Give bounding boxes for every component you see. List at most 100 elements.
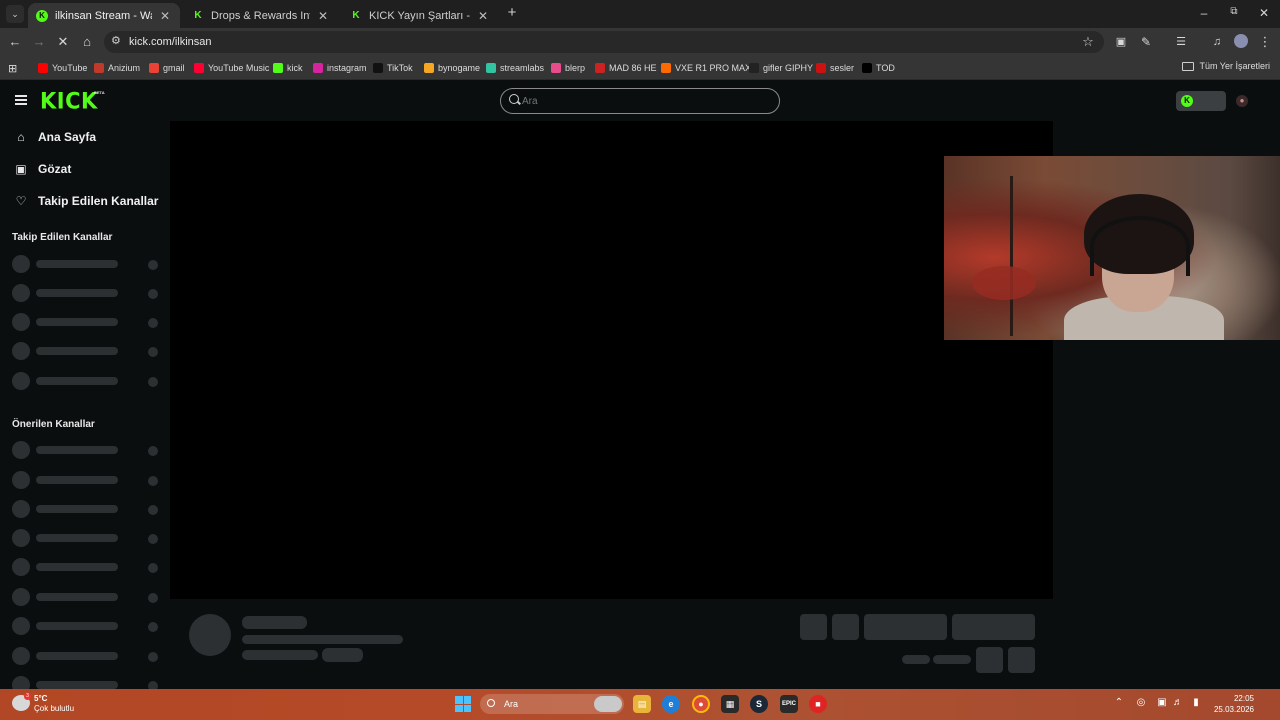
followed-channels-title: Takip Edilen Kanallar: [12, 232, 113, 243]
chrome-icon[interactable]: ●: [692, 695, 710, 713]
nav-following[interactable]: ♡ Takip Edilen Kanallar: [14, 192, 159, 210]
tab-label: ilkinsan Stream - Watch Live on: [55, 9, 152, 22]
kick-favicon-icon: K: [194, 10, 202, 21]
channel-avatar-skeleton: [12, 284, 30, 302]
edge-icon[interactable]: e: [662, 695, 680, 713]
menu-hamburger-icon[interactable]: [15, 95, 27, 105]
all-bookmarks-label: Tüm Yer İşaretleri: [1199, 61, 1270, 71]
channel-name-skeleton: [36, 534, 118, 542]
bookmark-item[interactable]: gmail: [149, 61, 185, 75]
address-url[interactable]: kick.com/ilkinsan: [129, 36, 212, 48]
extension-pill[interactable]: K: [1176, 91, 1226, 111]
action-button-skeleton: [800, 614, 827, 640]
bookmark-item[interactable]: MAD 86 HE: [595, 61, 657, 75]
bookmark-item[interactable]: bynogame: [424, 61, 480, 75]
bookmark-item[interactable]: YouTube Music: [194, 61, 269, 75]
restore-icon[interactable]: ⧉: [1226, 6, 1242, 17]
tab-close-icon[interactable]: ✕: [316, 9, 330, 23]
search-input[interactable]: [522, 96, 762, 107]
channel-skeleton-row: [12, 617, 162, 635]
network-icon[interactable]: ▣: [1155, 697, 1169, 708]
all-bookmarks-button[interactable]: Tüm Yer İşaretleri: [1182, 61, 1270, 71]
bookmark-star-icon[interactable]: ☆: [1080, 34, 1096, 50]
taskbar-clock[interactable]: 22:05 25.03.2026: [1208, 693, 1254, 715]
steam-icon[interactable]: S: [750, 695, 768, 713]
nav-home[interactable]: ⌂ Ana Sayfa: [14, 128, 96, 146]
folder-icon: [1182, 61, 1195, 71]
bookmark-item[interactable]: YouTube: [38, 61, 87, 75]
bookmark-item[interactable]: instagram: [313, 61, 367, 75]
channel-avatar-skeleton: [12, 313, 30, 331]
tab-search-button[interactable]: ⌄: [6, 5, 24, 23]
tab-ilkinsan-stream[interactable]: K ilkinsan Stream - Watch Live on ✕: [28, 3, 180, 28]
bookmark-label: VXE R1 PRO MAX: [675, 63, 752, 73]
app-red-icon[interactable]: ■: [809, 695, 827, 713]
weather-widget[interactable]: 3 5°C Çok bulutlu: [12, 693, 102, 717]
bookmark-item[interactable]: Anizium: [94, 61, 140, 75]
taskbar-search-label: Ara: [504, 699, 519, 709]
site-info-icon[interactable]: ⚙: [111, 35, 123, 47]
new-tab-icon[interactable]: +: [504, 5, 520, 21]
address-bar[interactable]: [104, 31, 1104, 53]
clock-date: 25.03.2026: [1213, 705, 1254, 714]
media-controls-icon[interactable]: ♫: [1209, 34, 1225, 50]
tab-close-icon[interactable]: ✕: [476, 9, 490, 23]
recommended-channels-title: Önerilen Kanallar: [12, 419, 95, 430]
weather-temp: 5°C: [34, 694, 48, 703]
bookmark-label: gifler GIPHY: [763, 63, 814, 73]
kick-extension-icon: K: [1181, 95, 1193, 107]
browser-menu-icon[interactable]: ⋮: [1257, 34, 1273, 50]
epic-games-icon[interactable]: EPIC: [780, 695, 798, 713]
window-close-icon[interactable]: ✕: [1256, 6, 1272, 20]
bookmark-item[interactable]: streamlabs: [486, 61, 544, 75]
channel-skeleton-row: [12, 471, 162, 489]
start-windows-icon[interactable]: [455, 696, 471, 712]
bookmark-item[interactable]: sesler: [816, 61, 854, 75]
channel-name-skeleton: [36, 476, 118, 484]
nav-browse[interactable]: ▣ Gözat: [14, 160, 71, 178]
stop-loading-icon[interactable]: ✕: [55, 34, 71, 50]
bookmark-item[interactable]: kick: [273, 61, 303, 75]
downloads-icon[interactable]: ☰: [1173, 34, 1189, 50]
volume-icon[interactable]: ♬: [1171, 697, 1185, 708]
bookmark-label: TOD: [876, 63, 895, 73]
streamer-name-skeleton: [242, 616, 307, 629]
battery-icon[interactable]: ▮: [1189, 697, 1203, 708]
microphone-icon[interactable]: ◎: [1134, 697, 1148, 708]
tab-kick-yayin-sartlari[interactable]: K KICK Yayın Şartları - Kick Stream ✕: [342, 3, 498, 28]
home-icon[interactable]: ⌂: [79, 34, 95, 50]
extensions-puzzle-icon[interactable]: ✎: [1138, 34, 1154, 50]
search-icon: [509, 94, 519, 104]
bookmark-item[interactable]: blerp: [551, 61, 585, 75]
profile-avatar-icon[interactable]: [1233, 34, 1249, 50]
channel-name-skeleton: [36, 622, 118, 630]
user-avatar-icon[interactable]: ●: [1236, 95, 1248, 107]
bookmark-item[interactable]: TOD: [862, 61, 895, 75]
tab-drops-rewards[interactable]: K Drops & Rewards Inventory - Ki ✕: [184, 3, 338, 28]
channel-status-skeleton: [148, 377, 158, 387]
bookmark-item[interactable]: gifler GIPHY: [749, 61, 813, 75]
store-icon[interactable]: ▦: [721, 695, 739, 713]
nav-label: Gözat: [38, 162, 72, 176]
subscribe-button-skeleton: [952, 614, 1035, 640]
bookmark-favicon-icon: [816, 63, 826, 73]
minimize-icon[interactable]: –: [1196, 6, 1212, 20]
bookmark-item[interactable]: VXE R1 PRO MAX: [661, 61, 751, 75]
bookmark-favicon-icon: [149, 63, 159, 73]
tab-close-icon[interactable]: ✕: [158, 9, 172, 23]
bookmark-favicon-icon: [551, 63, 561, 73]
channel-avatar-skeleton: [12, 500, 30, 518]
kick-logo[interactable]: KICK: [40, 88, 98, 113]
bookmark-item[interactable]: TikTok: [373, 61, 413, 75]
bookmark-favicon-icon: [94, 63, 104, 73]
back-icon[interactable]: ←: [7, 34, 23, 50]
forward-icon[interactable]: →: [31, 34, 47, 50]
channel-name-skeleton: [36, 563, 118, 571]
apps-grid-icon[interactable]: ⊞: [8, 61, 17, 75]
follow-button-skeleton: [864, 614, 947, 640]
tray-expand-icon[interactable]: ⌃: [1112, 697, 1126, 708]
heart-icon: ♡: [15, 194, 27, 208]
video-player[interactable]: [170, 121, 1053, 599]
file-explorer-icon[interactable]: ▤: [633, 695, 651, 713]
extension-icon[interactable]: ▣: [1113, 34, 1129, 50]
